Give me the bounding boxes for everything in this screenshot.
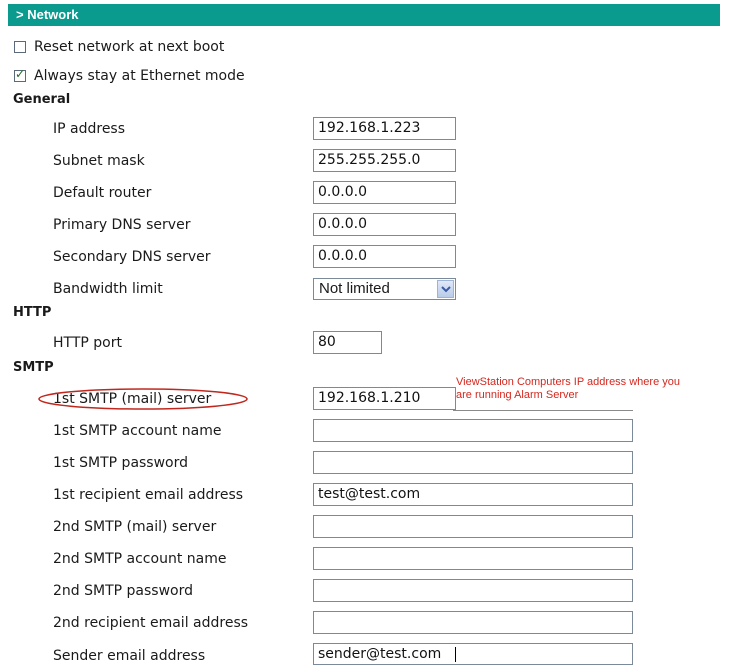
subnet-mask-field[interactable]: 255.255.255.0 bbox=[313, 149, 456, 172]
reset-network-label: Reset network at next boot bbox=[34, 39, 225, 55]
ethernet-mode-label: Always stay at Ethernet mode bbox=[34, 68, 245, 84]
annotation-line-2: are running Alarm Server bbox=[456, 389, 579, 401]
annotation-underline bbox=[453, 410, 633, 411]
smtp-section-title: SMTP bbox=[13, 360, 54, 375]
smtp-password2-label: 2nd SMTP password bbox=[53, 583, 193, 599]
smtp-server1-field[interactable]: 192.168.1.210 bbox=[313, 387, 456, 410]
http-section-title: HTTP bbox=[13, 305, 52, 320]
primary-dns-field[interactable]: 0.0.0.0 bbox=[313, 213, 456, 236]
annotation-line-1: ViewStation Computers IP address where y… bbox=[456, 376, 680, 388]
recipient1-field[interactable]: test@test.com bbox=[313, 483, 633, 506]
section-header-network: > Network bbox=[8, 4, 720, 26]
chevron-down-icon[interactable] bbox=[437, 280, 454, 298]
sender-email-label: Sender email address bbox=[53, 648, 206, 664]
ethernet-mode-option[interactable]: Always stay at Ethernet mode bbox=[14, 66, 245, 86]
secondary-dns-field[interactable]: 0.0.0.0 bbox=[313, 245, 456, 268]
bandwidth-limit-value: Not limited bbox=[319, 280, 390, 297]
bandwidth-limit-label: Bandwidth limit bbox=[53, 281, 163, 297]
sender-email-field[interactable]: sender@test.com bbox=[313, 643, 633, 665]
reset-network-checkbox[interactable] bbox=[14, 41, 26, 53]
smtp-account1-field[interactable] bbox=[313, 419, 633, 442]
smtp-password1-field[interactable] bbox=[313, 451, 633, 474]
smtp-account2-label: 2nd SMTP account name bbox=[53, 551, 227, 567]
http-port-label: HTTP port bbox=[53, 335, 122, 351]
secondary-dns-label: Secondary DNS server bbox=[53, 249, 211, 265]
http-port-field[interactable]: 80 bbox=[313, 331, 382, 354]
smtp-account2-field[interactable] bbox=[313, 547, 633, 570]
subnet-mask-label: Subnet mask bbox=[53, 153, 145, 169]
annotation-note: ViewStation Computers IP address where y… bbox=[456, 376, 735, 402]
ip-address-field[interactable]: 192.168.1.223 bbox=[313, 117, 456, 140]
smtp-password1-label: 1st SMTP password bbox=[53, 455, 189, 471]
smtp-password2-field[interactable] bbox=[313, 579, 633, 602]
ethernet-mode-checkbox[interactable] bbox=[14, 67, 26, 82]
recipient2-label: 2nd recipient email address bbox=[53, 615, 249, 631]
recipient1-label: 1st recipient email address bbox=[53, 487, 244, 503]
smtp-account1-label: 1st SMTP account name bbox=[53, 423, 222, 439]
smtp-server2-label: 2nd SMTP (mail) server bbox=[53, 519, 217, 535]
reset-network-option[interactable]: Reset network at next boot bbox=[14, 37, 224, 57]
recipient2-field[interactable] bbox=[313, 611, 633, 634]
smtp-server1-label: 1st SMTP (mail) server bbox=[53, 391, 212, 407]
default-router-label: Default router bbox=[53, 185, 152, 201]
primary-dns-label: Primary DNS server bbox=[53, 217, 191, 233]
smtp-server2-field[interactable] bbox=[313, 515, 633, 538]
general-section-title: General bbox=[13, 92, 71, 107]
default-router-field[interactable]: 0.0.0.0 bbox=[313, 181, 456, 204]
ip-address-label: IP address bbox=[53, 121, 126, 137]
bandwidth-limit-select[interactable]: Not limited bbox=[313, 278, 456, 300]
text-cursor bbox=[455, 647, 456, 662]
